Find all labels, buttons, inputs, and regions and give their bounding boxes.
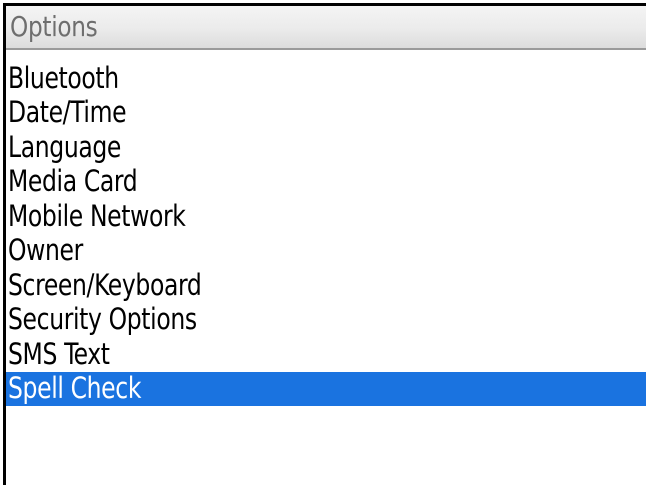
option-item-spell-check[interactable]: Spell Check	[6, 371, 646, 406]
option-label: Media Card	[8, 164, 138, 199]
option-item-owner[interactable]: Owner	[6, 234, 646, 269]
option-item-bluetooth[interactable]: Bluetooth	[6, 61, 646, 96]
title-bar: Options	[6, 6, 646, 50]
option-item-sms-text[interactable]: SMS Text	[6, 337, 646, 372]
option-label: Owner	[8, 233, 83, 268]
options-list: Bluetooth Date/Time Language Media Card …	[6, 61, 646, 406]
option-label: SMS Text	[8, 336, 110, 371]
option-label: Mobile Network	[8, 198, 186, 233]
screen-title: Options	[10, 10, 98, 43]
option-item-security-options[interactable]: Security Options	[6, 303, 646, 338]
option-item-media-card[interactable]: Media Card	[6, 165, 646, 200]
options-screen: Options Bluetooth Date/Time Language Med…	[3, 3, 646, 485]
option-item-language[interactable]: Language	[6, 130, 646, 165]
option-label: Spell Check	[8, 371, 142, 406]
option-item-mobile-network[interactable]: Mobile Network	[6, 199, 646, 234]
option-label: Screen/Keyboard	[8, 267, 202, 302]
option-label: Language	[8, 129, 122, 164]
option-label: Date/Time	[8, 95, 127, 130]
option-label: Security Options	[8, 302, 197, 337]
option-label: Bluetooth	[8, 60, 119, 95]
option-item-screen-keyboard[interactable]: Screen/Keyboard	[6, 268, 646, 303]
option-item-date-time[interactable]: Date/Time	[6, 96, 646, 131]
